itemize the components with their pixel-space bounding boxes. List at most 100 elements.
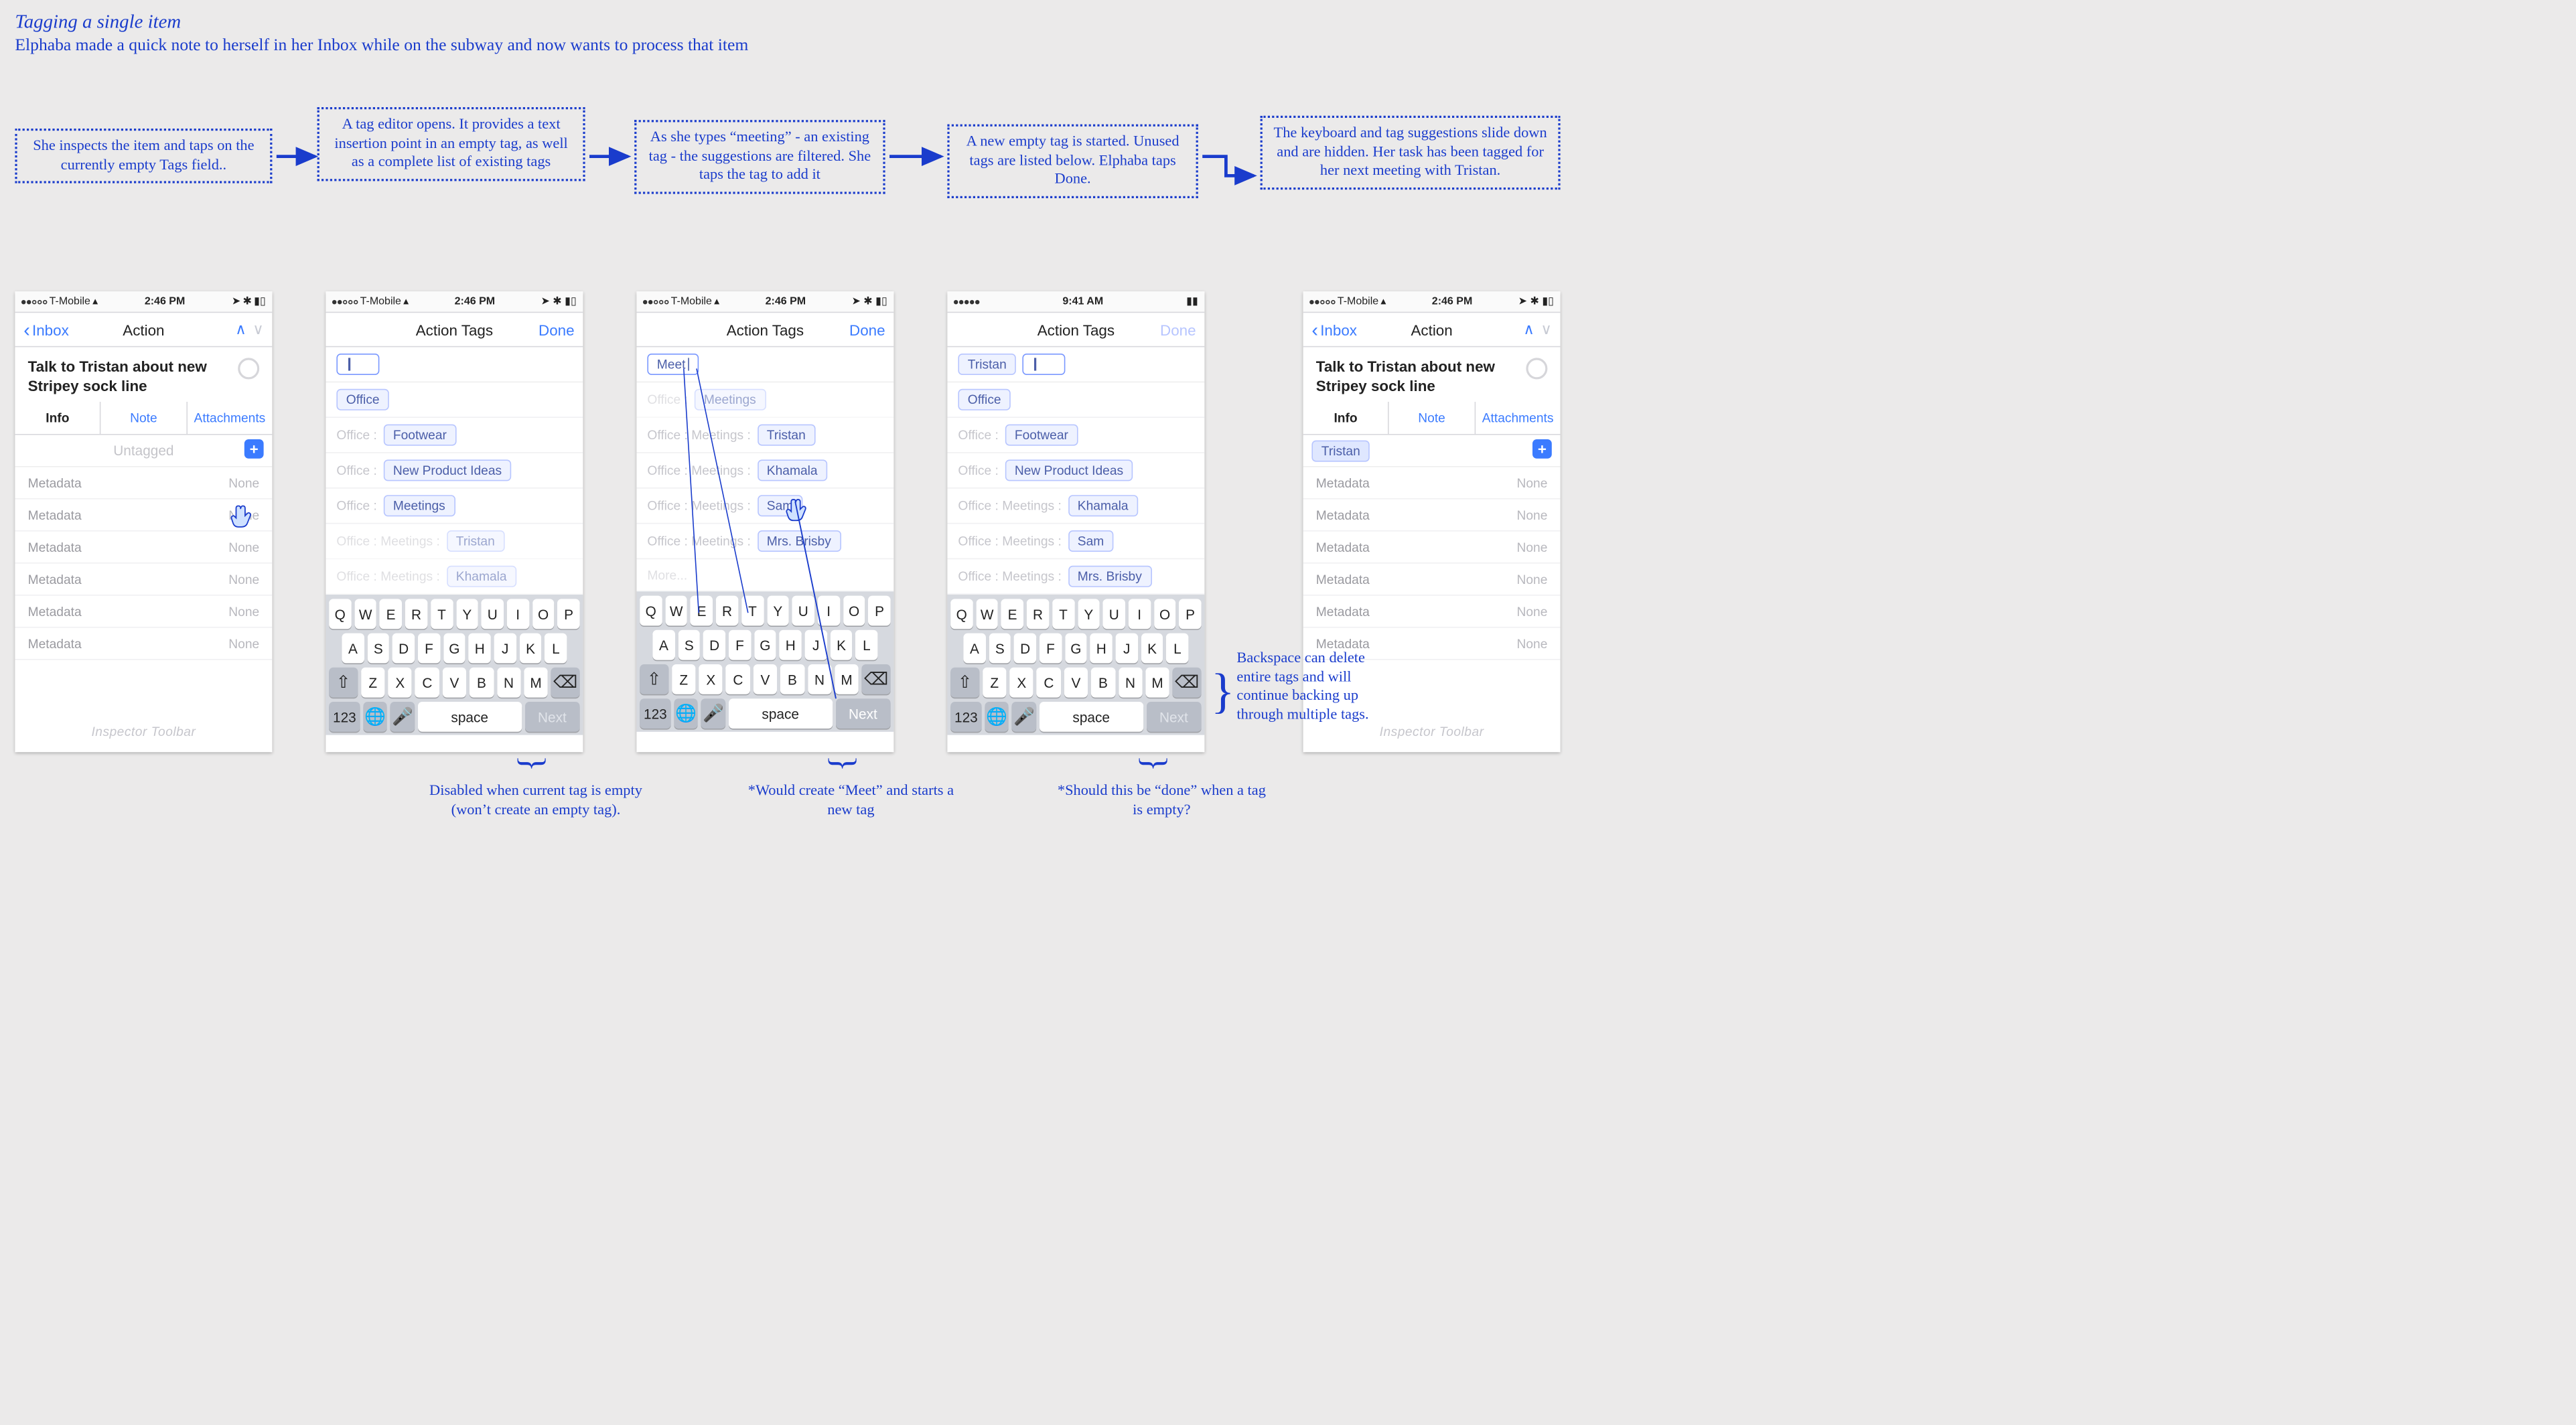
key-backspace[interactable]: ⌫	[551, 668, 580, 698]
key-s[interactable]: S	[989, 633, 1011, 664]
metadata-row[interactable]: MetadataNone	[15, 628, 272, 660]
task-title[interactable]: Talk to Tristan about new Stripey sock l…	[1316, 358, 1518, 395]
tag-suggestion-row[interactable]: Office : Meetings :Mrs. Brisby	[636, 524, 893, 559]
tag-suggestion-row[interactable]: Office : Meetings :Khamala	[326, 559, 583, 595]
key-o[interactable]: O	[532, 599, 555, 629]
tab-attachments[interactable]: Attachments	[186, 402, 273, 434]
key-e[interactable]: E	[380, 599, 402, 629]
metadata-row[interactable]: MetadataNone	[1303, 564, 1561, 596]
key-d[interactable]: D	[703, 630, 725, 660]
tags-field[interactable]: Tristan +	[1303, 435, 1561, 467]
metadata-row[interactable]: MetadataNone	[1303, 467, 1561, 500]
tag-chip[interactable]: Meetings	[694, 389, 766, 410]
key-v[interactable]: V	[754, 664, 778, 694]
key-c[interactable]: C	[1037, 668, 1061, 698]
tag-suggestion-row[interactable]: Office :New Product Ideas	[326, 453, 583, 489]
key-n[interactable]: N	[497, 668, 521, 698]
done-button[interactable]: Done	[849, 321, 885, 338]
metadata-row[interactable]: MetadataNone	[1303, 500, 1561, 532]
tag-chip[interactable]: Office	[336, 389, 389, 410]
key-p[interactable]: P	[869, 596, 891, 626]
key-backspace[interactable]: ⌫	[862, 664, 891, 694]
key-t[interactable]: T	[741, 596, 764, 626]
key-shift[interactable]: ⇧	[640, 664, 668, 694]
tag-suggestion-row[interactable]: Office :Meetings	[326, 489, 583, 524]
tab-info[interactable]: Info	[15, 402, 100, 434]
key-f[interactable]: F	[1040, 633, 1062, 664]
key-w[interactable]: W	[665, 596, 687, 626]
tag-input-row[interactable]: Tristan	[947, 347, 1204, 382]
key-backspace[interactable]: ⌫	[1173, 668, 1202, 698]
tag-chip[interactable]: Khamala	[757, 459, 827, 481]
tag-suggestion-row[interactable]: Office :Footwear	[326, 418, 583, 453]
key-u[interactable]: U	[792, 596, 814, 626]
tag-suggestion-row[interactable]: Office : Meetings :Khamala	[636, 453, 893, 489]
key-a[interactable]: A	[342, 633, 364, 664]
prev-item-button[interactable]: ∧	[1523, 320, 1534, 338]
key-shift[interactable]: ⇧	[950, 668, 979, 698]
key-mic[interactable]: 🎤	[390, 702, 415, 732]
task-title[interactable]: Talk to Tristan about new Stripey sock l…	[28, 358, 230, 395]
tag-suggestion-row[interactable]: Office	[326, 382, 583, 418]
key-u[interactable]: U	[1103, 599, 1125, 629]
tag-chip[interactable]: Mrs. Brisby	[757, 530, 841, 552]
key-o[interactable]: O	[843, 596, 865, 626]
tag-chip[interactable]: Sam	[1068, 530, 1113, 552]
key-p[interactable]: P	[1179, 599, 1202, 629]
key-g[interactable]: G	[443, 633, 466, 664]
key-v[interactable]: V	[443, 668, 467, 698]
key-u[interactable]: U	[482, 599, 504, 629]
metadata-row[interactable]: MetadataNone	[15, 467, 272, 500]
key-m[interactable]: M	[1145, 668, 1169, 698]
tag-text-input[interactable]: Meet	[647, 354, 699, 375]
next-item-button[interactable]: ∨	[1541, 320, 1551, 338]
key-d[interactable]: D	[1014, 633, 1036, 664]
key-m[interactable]: M	[835, 664, 859, 694]
key-n[interactable]: N	[808, 664, 832, 694]
tag-suggestion-row[interactable]: More...	[636, 559, 893, 591]
key-j[interactable]: J	[494, 633, 516, 664]
key-i[interactable]: I	[1129, 599, 1151, 629]
key-mic[interactable]: 🎤	[1012, 702, 1036, 732]
tab-info[interactable]: Info	[1303, 402, 1388, 434]
key-j[interactable]: J	[805, 630, 827, 660]
key-p[interactable]: P	[558, 599, 580, 629]
tag-chip[interactable]: Footwear	[1005, 425, 1078, 446]
tag-chip[interactable]: Meetings	[383, 495, 455, 516]
tag-text-input[interactable]	[336, 354, 379, 375]
tag-chip[interactable]: Mrs. Brisby	[1068, 566, 1151, 587]
key-globe[interactable]: 🌐	[985, 702, 1009, 732]
key-x[interactable]: X	[1009, 668, 1033, 698]
tag-chip[interactable]: Khamala	[446, 566, 516, 587]
key-w[interactable]: W	[354, 599, 376, 629]
done-button[interactable]: Done	[1160, 321, 1196, 338]
key-l[interactable]: L	[855, 630, 877, 660]
key-n[interactable]: N	[1119, 668, 1143, 698]
key-t[interactable]: T	[431, 599, 453, 629]
metadata-row[interactable]: MetadataNone	[15, 564, 272, 596]
key-t[interactable]: T	[1052, 599, 1074, 629]
add-tag-button[interactable]: +	[244, 439, 264, 459]
key-d[interactable]: D	[392, 633, 415, 664]
key-c[interactable]: C	[726, 664, 750, 694]
key-k[interactable]: K	[1141, 633, 1163, 664]
key-f[interactable]: F	[729, 630, 751, 660]
key-h[interactable]: H	[1090, 633, 1113, 664]
key-space[interactable]: space	[1040, 702, 1143, 732]
key-next[interactable]: Next	[835, 698, 890, 729]
tag-suggestion-row[interactable]: Office : Meetings :Sam	[636, 489, 893, 524]
task-checkbox[interactable]	[238, 358, 259, 379]
tag-suggestion-row[interactable]: Office : Meetings :Tristan	[636, 418, 893, 453]
key-o[interactable]: O	[1154, 599, 1176, 629]
key-s[interactable]: S	[367, 633, 389, 664]
key-b[interactable]: B	[780, 664, 804, 694]
key-g[interactable]: G	[1065, 633, 1087, 664]
tab-note[interactable]: Note	[1388, 402, 1475, 434]
key-i[interactable]: I	[507, 599, 529, 629]
key-123[interactable]: 123	[950, 702, 981, 732]
key-m[interactable]: M	[524, 668, 548, 698]
key-x[interactable]: X	[699, 664, 723, 694]
tags-field-empty[interactable]: Untagged +	[15, 435, 272, 467]
key-globe[interactable]: 🌐	[674, 698, 698, 729]
key-globe[interactable]: 🌐	[363, 702, 387, 732]
